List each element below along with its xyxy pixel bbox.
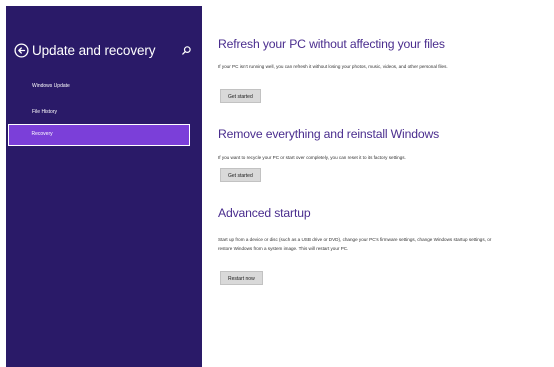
main-content: Refresh your PC without affecting your f… bbox=[218, 0, 548, 367]
reset-section-description: If you want to recycle your PC or start … bbox=[218, 155, 406, 160]
sidebar-header: Update and recovery bbox=[14, 39, 194, 61]
sidebar-item-recovery[interactable]: Recovery bbox=[8, 124, 190, 146]
refresh-get-started-button[interactable]: Get started bbox=[220, 89, 261, 103]
refresh-section-title: Refresh your PC without affecting your f… bbox=[218, 37, 445, 51]
pc-settings-window: Update and recovery Windows Update File … bbox=[0, 0, 554, 367]
reset-get-started-button[interactable]: Get started bbox=[220, 168, 261, 182]
advanced-startup-title: Advanced startup bbox=[218, 206, 311, 220]
sidebar: Update and recovery Windows Update File … bbox=[6, 6, 202, 367]
sidebar-title: Update and recovery bbox=[32, 42, 156, 58]
sidebar-item-file-history[interactable]: File History bbox=[8, 101, 190, 123]
sidebar-item-windows-update[interactable]: Windows Update bbox=[8, 75, 190, 97]
restart-now-button[interactable]: Restart now bbox=[220, 271, 263, 285]
back-arrow-icon[interactable] bbox=[14, 42, 29, 58]
advanced-startup-description: Start up from a device or disc (such as … bbox=[218, 237, 492, 251]
search-icon[interactable] bbox=[181, 43, 192, 55]
refresh-section-description: If your PC isn't running well, you can r… bbox=[218, 64, 448, 69]
reset-section-title: Remove everything and reinstall Windows bbox=[218, 127, 440, 141]
